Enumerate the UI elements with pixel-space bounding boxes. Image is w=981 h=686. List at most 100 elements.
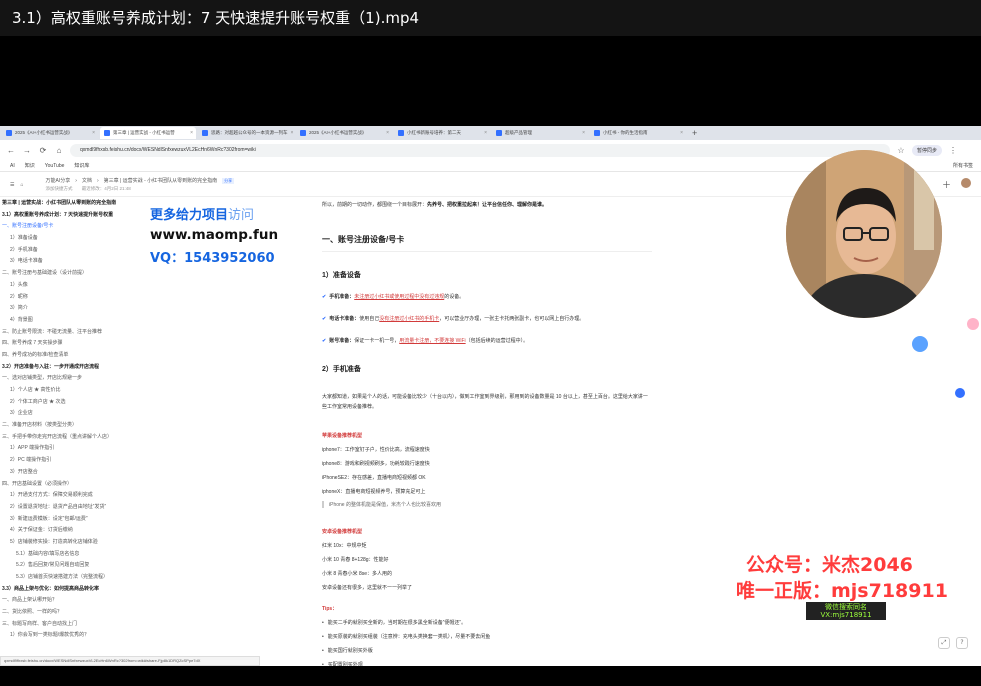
toc-item[interactable]: 1）头像 [2, 280, 150, 292]
toc-item[interactable]: 3.3）商品上架与优化：如何提高商品转化率 [2, 584, 150, 596]
bookmark-item[interactable]: YouTube [45, 163, 65, 169]
all-bookmarks[interactable]: 所有书签 [953, 162, 973, 169]
toc-item[interactable]: 2）昵称 [2, 292, 150, 304]
home-doc-icon[interactable]: ⌂ [20, 182, 23, 188]
add-icon[interactable]: ＋ [942, 178, 951, 191]
close-icon[interactable]: × [190, 130, 193, 136]
browser-tab[interactable]: 思路：对超越公众号的一本资源一列车 × [198, 127, 294, 139]
side-widget-icon[interactable] [967, 318, 979, 330]
toc-item[interactable]: 四、账号养成 7 天实操步骤 [2, 338, 150, 350]
toc-item[interactable]: 5.2）售后回复/常见问题自动回复 [2, 560, 150, 572]
underlined-text: 没有注册过小红书的手机卡 [379, 316, 440, 322]
toc-item[interactable]: 3）开店整合 [2, 467, 150, 479]
zoom-icon[interactable]: ⤢ [938, 637, 950, 649]
assistant-icon[interactable] [912, 336, 928, 352]
list-item: 安卓设备还有很多，这里就不一一列举了 [322, 585, 413, 591]
toc-item[interactable]: 3）简介 [2, 303, 150, 315]
toc-item[interactable]: 3）新建运费模板：设定“包邮/运费” [2, 514, 150, 526]
close-icon[interactable]: × [386, 130, 389, 136]
browser-tab[interactable]: 小红书新账号培养：第二天 × [394, 127, 490, 139]
menu-icon[interactable]: ⋮ [948, 146, 958, 155]
browser-tab[interactable]: 2025《AI+小红书运营实战》 × [2, 127, 98, 139]
breadcrumb-folder[interactable]: 文档 [82, 177, 92, 184]
toc-item[interactable]: 二、货比依照、一样的吗？ [2, 607, 150, 619]
close-icon[interactable]: × [291, 130, 294, 136]
close-icon[interactable]: × [92, 130, 95, 136]
toc-item[interactable]: 2）手机准备 [2, 245, 150, 257]
close-icon[interactable]: × [680, 130, 683, 136]
forward-icon[interactable]: → [22, 146, 32, 155]
toc-item[interactable]: 5）店铺装修实操：打造高转化店铺体验 [2, 537, 150, 549]
toc-item[interactable]: 四、养号成功的标准/检查清单 [2, 350, 150, 362]
toc-item[interactable]: 一、账号注册设备/号卡 [2, 221, 150, 233]
watermark-public-account: 公众号：米杰2046 [746, 554, 913, 576]
help-circle-icon[interactable]: ? [956, 637, 968, 649]
watermark-wechat: 微信搜索同名 VX:mjs718911 [806, 602, 886, 620]
share-tag: 分享 [222, 177, 235, 184]
toc-item[interactable]: 1）APP 端操作指引 [2, 443, 150, 455]
tab-label: 2025《AI+小红书运营实战》 [15, 130, 73, 135]
toc-item[interactable]: 1）准备设备 [2, 233, 150, 245]
toc-item[interactable]: 三、手把手带你走完开店流程（重点讲解个人店） [2, 432, 150, 444]
toc-item[interactable]: 二、准备开店材料（按类型分类） [2, 420, 150, 432]
profile-button[interactable]: 暂停同步 [912, 144, 943, 156]
shortcut-link[interactable]: 添加快捷方式 [46, 186, 73, 191]
toc-item[interactable]: 4）背景图 [2, 315, 150, 327]
browser-tab[interactable]: 第三章 | 运营实战 - 小红书运营 × [100, 127, 196, 139]
toc-item[interactable]: 1）个人店 ★ 高性价比 [2, 385, 150, 397]
bookmark-item[interactable]: 知识库 [74, 162, 89, 169]
toc-item[interactable]: 第三章 | 运营实战：小红书团队从零到账的完全指南 [2, 198, 150, 210]
bookmark-item[interactable]: AI [10, 163, 15, 169]
browser-tab[interactable]: 2025《AI+小红书运营实战》 × [296, 127, 392, 139]
star-icon[interactable]: ☆ [896, 146, 906, 155]
list-item: iphone8：游戏和刷视频刷多，功耗较践行速度快 [322, 461, 430, 467]
toc-item[interactable]: 一、选对店铺类型，开店比规避一步 [2, 373, 150, 385]
toc-item[interactable]: 1）你会写到一类标题/爆款优秀的？ [2, 630, 150, 642]
toc-item[interactable]: 二、账号注册与基础建设（设计前提） [2, 268, 150, 280]
toc-item[interactable]: 4）关于保证金：订货后缴纳 [2, 525, 150, 537]
toc-item[interactable]: 2）设置退货地址：退货产品自由地址“发货” [2, 502, 150, 514]
tab-favicon-icon [594, 130, 600, 136]
back-icon[interactable]: ← [6, 146, 16, 155]
toc-item[interactable]: 2）个体工商户店 ★ 次选 [2, 397, 150, 409]
tab-favicon-icon [398, 130, 404, 136]
toc-item[interactable]: 5.1）基础内容/填写店名信息 [2, 549, 150, 561]
toc-item[interactable]: 3）电话卡准备 [2, 256, 150, 268]
browser-tab[interactable]: 超级产品管理 × [492, 127, 588, 139]
help-icon[interactable] [955, 388, 965, 398]
reload-icon[interactable]: ⟳ [38, 146, 48, 155]
tab-label: 第三章 | 运营实战 - 小红书运营 [113, 130, 175, 135]
check-icon: ✔ [322, 294, 327, 300]
toc-item[interactable]: 2）PC 端操作指引 [2, 455, 150, 467]
close-icon[interactable]: × [484, 130, 487, 136]
list-item: 小米 10 青春 8+128g：性能好 [322, 557, 389, 563]
toc-item[interactable]: 3.1）高权重账号养成计划：7 天快速提升账号权重 [2, 210, 150, 222]
breadcrumb-current[interactable]: 第三章 | 运营实战 - 小红书团队从零到账的完全指南 [104, 177, 218, 184]
browser-tab[interactable]: 小红书 - 你的生活指南 × [590, 127, 686, 139]
toc-item[interactable]: 三、防止账号限流：不碰无流量、注平台推荐 [2, 327, 150, 339]
browser-tabbar: 2025《AI+小红书运营实战》 × 第三章 | 运营实战 - 小红书运营 × 思路：对… [0, 126, 981, 140]
toc-item[interactable]: 5.3）店铺首页快速搭建方法（完整流程） [2, 572, 150, 584]
toc-item[interactable]: 一、商品上架认哪开始？ [2, 595, 150, 607]
section-heading: 一、账号注册设备/号卡 [322, 234, 652, 252]
check-icon: ✔ [322, 338, 327, 344]
breadcrumb-root[interactable]: 万能AI分享 [46, 177, 71, 184]
url-input[interactable]: qxmdl9fhxsb.feishu.cn/docx/WESNdlSnfxewz… [70, 143, 890, 157]
tab-label: 2025《AI+小红书运营实战》 [309, 130, 367, 135]
new-tab-button[interactable]: + [692, 128, 697, 138]
doc-corner-buttons: ⤢ ? [938, 637, 968, 649]
avatar[interactable] [961, 178, 971, 188]
toc-item[interactable]: 1）开通支付方式：保障交易顺利完成 [2, 490, 150, 502]
last-modified: 最近修改：4月2日 21:48 [81, 186, 131, 191]
toc-item[interactable]: 三、标题写商样、客户自动找上门 [2, 619, 150, 631]
tab-favicon-icon [202, 130, 208, 136]
toc-item[interactable]: 3）企业店 [2, 408, 150, 420]
sidebar-toggle-icon[interactable]: ☰ [10, 182, 14, 188]
home-icon[interactable]: ⌂ [54, 146, 64, 155]
bookmark-item[interactable]: 知识 [25, 162, 35, 169]
close-icon[interactable]: × [582, 130, 585, 136]
toc-item[interactable]: 3.2）开店准备与入驻：一步开通成开店流程 [2, 362, 150, 374]
check-icon: ✔ [322, 316, 327, 322]
toc-item[interactable]: 四、开店基础设置（必须操作） [2, 479, 150, 491]
android-heading: 安卓设备推荐机型 [322, 529, 363, 535]
